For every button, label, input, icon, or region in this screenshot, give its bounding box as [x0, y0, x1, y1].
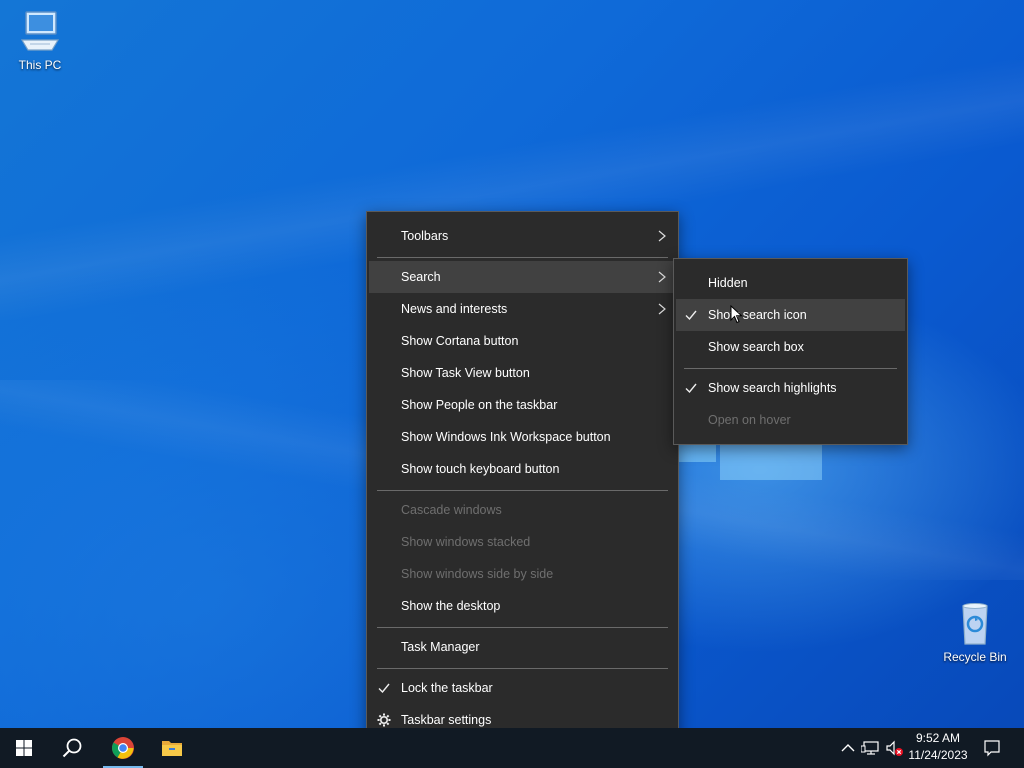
network-icon[interactable]	[861, 738, 881, 758]
submenu-item-hidden[interactable]: Hidden	[676, 267, 905, 299]
taskbar-search-button[interactable]	[48, 728, 96, 768]
menu-item-label: Show windows side by side	[401, 567, 554, 581]
menu-item-windows-side-by-side: Show windows side by side	[369, 558, 676, 590]
search-icon	[62, 738, 82, 758]
chevron-right-icon	[658, 230, 666, 242]
menu-item-label: Show search box	[708, 340, 804, 354]
menu-item-show-cortana-button[interactable]: Show Cortana button	[369, 325, 676, 357]
menu-item-news-and-interests[interactable]: News and interests	[369, 293, 676, 325]
menu-item-search[interactable]: Search	[369, 261, 676, 293]
menu-item-label: Hidden	[708, 276, 748, 290]
chevron-right-icon	[658, 303, 666, 315]
submenu-item-show-search-highlights[interactable]: Show search highlights	[676, 372, 905, 404]
desktop-icon-label: This PC	[18, 58, 62, 72]
wallpaper-windows-logo	[676, 444, 822, 480]
menu-separator	[377, 257, 668, 258]
gear-icon	[377, 713, 391, 727]
menu-item-label: Show Cortana button	[401, 334, 519, 348]
taskbar-clock[interactable]: 9:52 AM 11/24/2023	[906, 730, 970, 764]
menu-item-label: Show Windows Ink Workspace button	[401, 430, 611, 444]
clock-date: 11/24/2023	[908, 748, 968, 762]
submenu-item-open-on-hover: Open on hover	[676, 404, 905, 436]
menu-item-label: Open on hover	[708, 413, 791, 427]
menu-item-label: Lock the taskbar	[401, 681, 493, 695]
submenu-item-show-search-box[interactable]: Show search box	[676, 331, 905, 363]
menu-item-show-touch-keyboard[interactable]: Show touch keyboard button	[369, 453, 676, 485]
checkmark-icon	[685, 310, 697, 321]
recycle-bin-icon	[951, 600, 999, 648]
chevron-right-icon	[658, 271, 666, 283]
menu-item-toolbars[interactable]: Toolbars	[369, 220, 676, 252]
menu-item-label: Show touch keyboard button	[401, 462, 560, 476]
volume-muted-icon[interactable]	[884, 738, 904, 758]
menu-item-label: Toolbars	[401, 229, 449, 243]
menu-item-lock-taskbar[interactable]: Lock the taskbar	[369, 672, 676, 704]
notification-icon[interactable]	[982, 738, 1002, 758]
taskbar-chrome-button[interactable]	[99, 728, 147, 768]
desktop-icon-recycle-bin[interactable]: Recycle Bin	[935, 600, 1015, 664]
menu-item-show-task-view-button[interactable]: Show Task View button	[369, 357, 676, 389]
menu-item-label: Search	[401, 270, 441, 284]
menu-item-label: Task Manager	[401, 640, 480, 654]
windows-logo-icon	[16, 740, 32, 756]
menu-separator	[377, 490, 668, 491]
chevron-up-icon[interactable]	[838, 738, 858, 758]
checkmark-icon	[685, 383, 697, 394]
menu-item-label: Show People on the taskbar	[401, 398, 558, 412]
menu-separator	[684, 368, 897, 369]
clock-time: 9:52 AM	[915, 731, 961, 745]
menu-item-cascade-windows: Cascade windows	[369, 494, 676, 526]
computer-icon	[16, 8, 64, 56]
chrome-icon	[112, 737, 134, 759]
menu-separator	[377, 668, 668, 669]
desktop-icon-label: Recycle Bin	[943, 650, 1007, 664]
menu-item-task-manager[interactable]: Task Manager	[369, 631, 676, 663]
taskbar-file-explorer-button[interactable]	[148, 728, 196, 768]
menu-item-label: Show the desktop	[401, 599, 501, 613]
submenu-item-show-search-icon[interactable]: Show search icon	[676, 299, 905, 331]
menu-item-windows-stacked: Show windows stacked	[369, 526, 676, 558]
menu-item-show-people[interactable]: Show People on the taskbar	[369, 389, 676, 421]
menu-item-label: News and interests	[401, 302, 508, 316]
checkmark-icon	[378, 683, 390, 694]
menu-item-label: Cascade windows	[401, 503, 502, 517]
menu-separator	[377, 627, 668, 628]
folder-icon	[162, 741, 182, 756]
desktop-icon-this-pc[interactable]: This PC	[0, 8, 80, 72]
menu-item-label: Show windows stacked	[401, 535, 531, 549]
menu-item-show-desktop[interactable]: Show the desktop	[369, 590, 676, 622]
taskbar-context-menu: Toolbars Search News and interests Show …	[366, 211, 679, 745]
taskbar: 9:52 AM 11/24/2023	[0, 728, 1024, 768]
menu-item-show-ink-workspace[interactable]: Show Windows Ink Workspace button	[369, 421, 676, 453]
menu-item-label: Show search highlights	[708, 381, 837, 395]
mouse-cursor-icon	[730, 305, 743, 324]
start-button[interactable]	[0, 728, 48, 768]
search-submenu: Hidden Show search icon Show search box …	[673, 258, 908, 445]
menu-item-label: Show Task View button	[401, 366, 530, 380]
menu-item-label: Show search icon	[708, 308, 807, 322]
